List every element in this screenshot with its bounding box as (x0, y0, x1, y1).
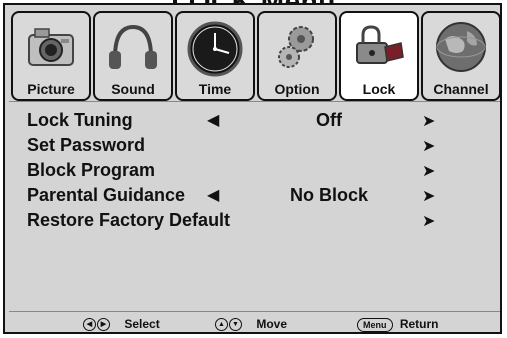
tab-label: Option (274, 81, 320, 97)
menu-item-label: Set Password (27, 135, 146, 155)
gears-icon (278, 26, 314, 68)
return-label: Return (399, 317, 439, 331)
return-hint: Menu Return (357, 317, 439, 332)
menu-item-value: Off (316, 110, 342, 130)
tab-picture[interactable]: Picture (11, 11, 91, 101)
menu-item-label: Restore Factory Default (27, 210, 231, 230)
camera-icon (28, 28, 74, 66)
menu-item-label: Parental Guidance (27, 185, 186, 205)
left-arrow-icon[interactable]: ◀ (207, 110, 219, 130)
globe-icon (436, 22, 486, 72)
menu-item-lock-tuning[interactable]: Lock Tuning ◀ Off ➤ (5, 108, 500, 136)
tab-option[interactable]: Option (257, 11, 337, 101)
menu-item-set-password[interactable]: Set Password ➤ (5, 133, 500, 161)
move-hint: ▲ ▼ Move (215, 317, 288, 332)
right-button-icon: ▶ (97, 318, 110, 332)
menu-item-parental-guidance[interactable]: Parental Guidance ◀ No Block ➤ (5, 183, 500, 211)
right-arrow-icon[interactable]: ➤ (422, 161, 435, 181)
tab-label: Picture (27, 81, 75, 97)
footer-divider (9, 311, 500, 312)
down-button-icon: ▼ (229, 318, 242, 332)
lock-menu-panel: Picture Sound Time Option Lock Channel L… (3, 3, 502, 334)
up-button-icon: ▲ (215, 318, 228, 332)
right-arrow-icon[interactable]: ➤ (422, 111, 435, 131)
menu-item-label: Block Program (27, 160, 156, 180)
tab-sound[interactable]: Sound (93, 11, 173, 101)
menu-tabs: Picture Sound Time Option Lock Channel (7, 11, 501, 103)
right-arrow-icon[interactable]: ➤ (422, 186, 435, 206)
select-hint: ◀ ▶ Select (83, 317, 160, 332)
footer-hints: ◀ ▶ Select ▲ ▼ Move Menu Return (5, 315, 500, 335)
tab-channel[interactable]: Channel (421, 11, 501, 101)
tab-label: Lock (362, 81, 396, 97)
left-button-icon: ◀ (83, 318, 96, 332)
menu-item-restore-factory-default[interactable]: Restore Factory Default ➤ (5, 208, 500, 236)
menu-item-label: Lock Tuning (27, 110, 133, 130)
lock-icon (356, 25, 404, 64)
tab-lock[interactable]: Lock (339, 11, 419, 101)
right-arrow-icon[interactable]: ➤ (422, 136, 435, 156)
select-label: Select (124, 317, 160, 331)
menu-item-value: No Block (289, 185, 368, 205)
tab-time[interactable]: Time (175, 11, 255, 101)
right-arrow-icon[interactable]: ➤ (422, 211, 435, 231)
tab-label: Channel (433, 81, 489, 97)
menu-key-icon: Menu (357, 317, 393, 332)
move-label: Move (256, 317, 288, 331)
tab-label: Sound (111, 81, 155, 97)
menu-item-block-program[interactable]: Block Program ➤ (5, 158, 500, 186)
clock-icon (187, 21, 243, 77)
headphones-icon (109, 24, 157, 69)
left-arrow-icon[interactable]: ◀ (207, 185, 219, 205)
tabs-divider (9, 101, 500, 102)
tab-label: Time (198, 81, 232, 97)
